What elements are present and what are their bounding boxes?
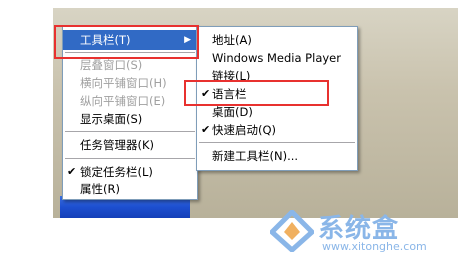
- menu-item-label: 横向平铺窗口(H): [80, 76, 167, 90]
- highlight-box-toolbars: [54, 25, 199, 59]
- screenshot: 工具栏(T) ▶ 层叠窗口(S) 横向平铺窗口(H) 纵向平铺窗口(E) 显示桌…: [0, 0, 462, 259]
- menu-separator: [65, 131, 195, 132]
- watermark-logo: 系统盒 www.xitonghe.com: [270, 208, 455, 256]
- submenu-item-new-toolbar[interactable]: 新建工具栏(N)...: [197, 146, 357, 166]
- menu-item-label: 属性(R): [80, 182, 120, 196]
- menu-item-label: Windows Media Player: [212, 51, 341, 65]
- menu-item-tile-vertically[interactable]: 纵向平铺窗口(E): [63, 91, 197, 111]
- highlight-box-language-bar: [184, 80, 329, 106]
- menu-separator: [65, 158, 195, 159]
- menu-item-label: 新建工具栏(N)...: [212, 149, 299, 163]
- menu-item-tile-horizontally[interactable]: 横向平铺窗口(H): [63, 73, 197, 93]
- menu-item-label: 快速启动(Q): [212, 123, 277, 137]
- menu-separator: [199, 142, 355, 143]
- xitonghe-logo-icon: [270, 210, 314, 252]
- submenu-item-windows-media-player[interactable]: Windows Media Player: [197, 48, 357, 68]
- check-icon: ✔: [201, 123, 211, 136]
- menu-item-label: 地址(A): [212, 33, 252, 47]
- menu-item-label: 任务管理器(K): [80, 138, 155, 152]
- menu-item-show-desktop[interactable]: 显示桌面(S): [63, 109, 197, 129]
- submenu-item-address[interactable]: 地址(A): [197, 30, 357, 50]
- menu-item-task-manager[interactable]: 任务管理器(K): [63, 135, 197, 155]
- watermark-url: www.xitonghe.com: [322, 240, 427, 253]
- submenu-item-quick-launch[interactable]: ✔ 快速启动(Q): [197, 120, 357, 140]
- menu-item-label: 显示桌面(S): [80, 112, 143, 126]
- menu-item-properties[interactable]: 属性(R): [63, 179, 197, 199]
- menu-item-label: 纵向平铺窗口(E): [80, 94, 166, 108]
